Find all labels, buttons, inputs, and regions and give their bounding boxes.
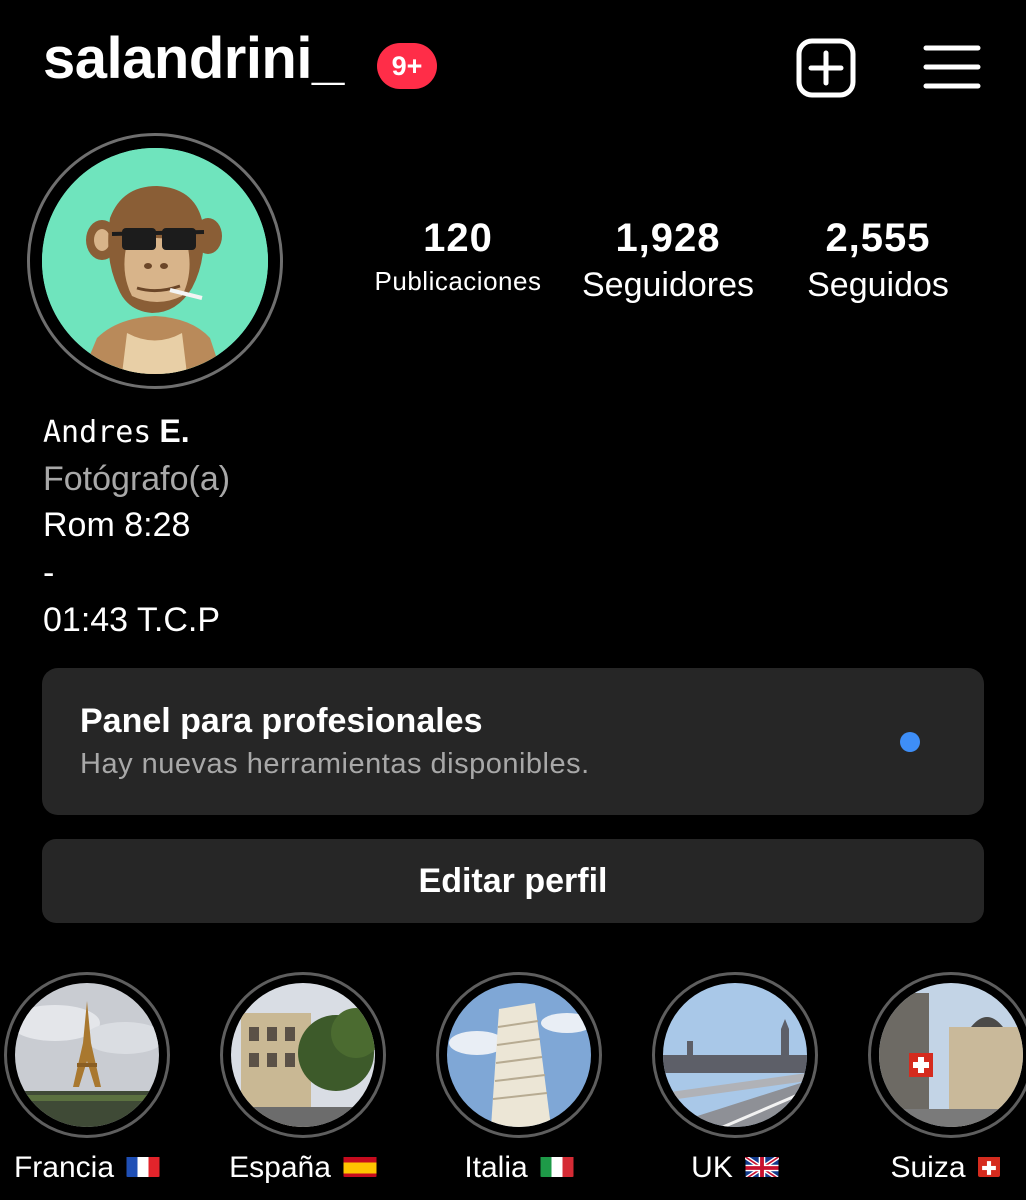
- highlight-cover-pisa-tower: [447, 983, 591, 1127]
- flag-france-icon: [126, 1155, 160, 1178]
- notification-badge[interactable]: 9+: [377, 43, 437, 89]
- stat-posts[interactable]: 120 Publicaciones: [360, 218, 556, 294]
- menu-button[interactable]: [922, 42, 982, 92]
- stat-following[interactable]: 2,555 Seguidos: [790, 218, 966, 302]
- highlight-label: Suiza: [845, 1153, 1026, 1183]
- plus-square-icon: [796, 38, 856, 98]
- profile-username[interactable]: salandrini_: [43, 30, 344, 88]
- highlight-label-text: Suiza: [890, 1151, 966, 1184]
- highlight-cover-swiss-street: [879, 983, 1023, 1127]
- avatar[interactable]: [42, 148, 268, 374]
- highlight-italia[interactable]: [436, 972, 602, 1138]
- profile-category: Fotógrafo(a): [43, 460, 231, 498]
- new-indicator-dot: [900, 732, 920, 752]
- flag-uk-icon: [744, 1155, 779, 1178]
- flag-italy-icon: [540, 1155, 574, 1178]
- highlight-label-text: Francia: [13, 1151, 115, 1184]
- highlight-cover-eiffel-tower: [15, 983, 159, 1127]
- new-post-button[interactable]: [795, 38, 857, 98]
- highlight-cover-big-ben: [663, 983, 807, 1127]
- highlight-label: España: [203, 1153, 403, 1183]
- stat-following-count: 2,555: [825, 216, 931, 260]
- bio-line: -: [43, 554, 55, 592]
- display-name-last: E.: [159, 413, 190, 449]
- stat-posts-label: Publicaciones: [374, 266, 542, 296]
- display-name-first: Andres: [43, 415, 152, 450]
- flag-switzerland-icon: [977, 1155, 1000, 1178]
- highlight-label-text: Italia: [464, 1151, 528, 1184]
- edit-profile-button[interactable]: Editar perfil: [42, 839, 984, 923]
- highlight-label-text: España: [229, 1151, 331, 1184]
- stat-followers-count: 1,928: [615, 216, 721, 260]
- bio-line: 01:43 T.C.P: [43, 601, 221, 639]
- highlight-label: UK: [635, 1153, 835, 1183]
- stat-followers[interactable]: 1,928 Seguidores: [570, 218, 766, 302]
- profile-display-name: Andres E.: [43, 414, 190, 448]
- panel-title: Panel para profesionales: [80, 702, 483, 740]
- highlight-suiza[interactable]: [868, 972, 1026, 1138]
- highlight-label: Francia: [0, 1153, 187, 1183]
- ape-avatar-icon: [42, 148, 268, 374]
- flag-spain-icon: [343, 1155, 377, 1178]
- stat-following-label: Seguidos: [807, 266, 949, 304]
- stat-posts-count: 120: [423, 216, 493, 260]
- highlight-francia[interactable]: [4, 972, 170, 1138]
- highlight-label: Italia: [419, 1153, 619, 1183]
- highlight-uk[interactable]: [652, 972, 818, 1138]
- stat-followers-label: Seguidores: [581, 266, 754, 304]
- professional-dashboard-card[interactable]: [42, 668, 984, 815]
- highlight-espana[interactable]: [220, 972, 386, 1138]
- hamburger-menu-icon: [923, 45, 981, 89]
- highlight-cover-street: [231, 983, 375, 1127]
- highlight-label-text: UK: [691, 1151, 733, 1184]
- bio-line: Rom 8:28: [43, 506, 191, 544]
- panel-subtitle: Hay nuevas herramientas disponibles.: [80, 748, 590, 780]
